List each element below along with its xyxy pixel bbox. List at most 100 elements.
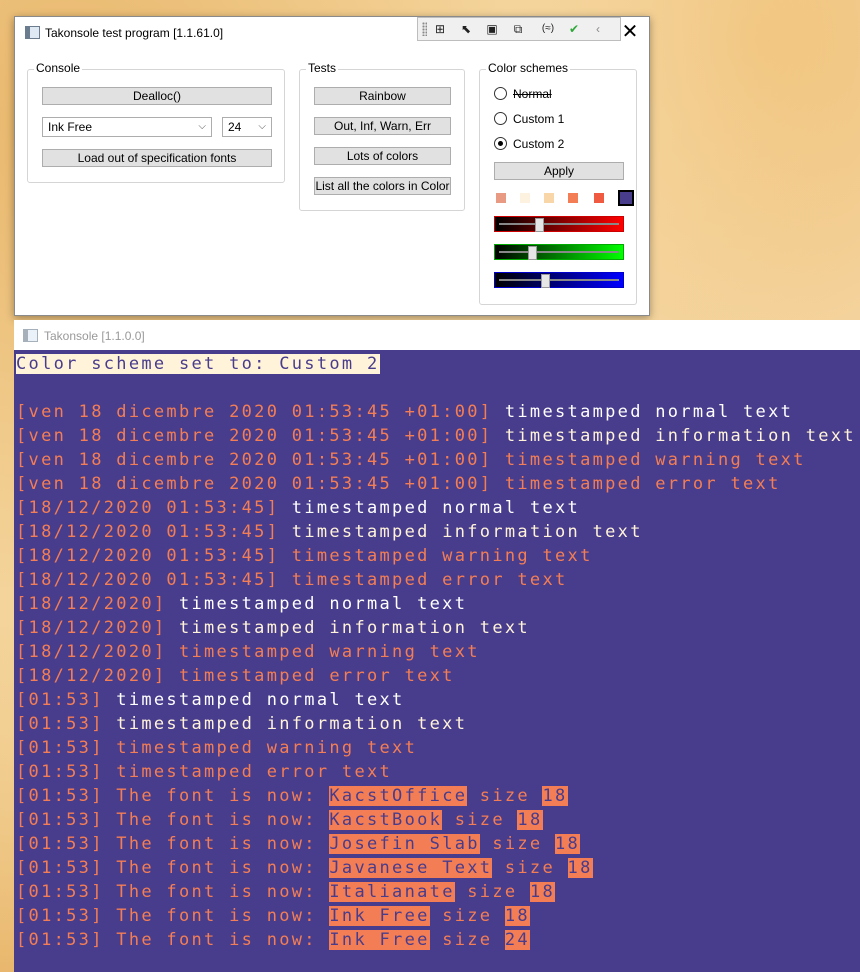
color-schemes-group: Color schemes Normal Custom 1 Custom 2 A… xyxy=(479,61,637,305)
lots-of-colors-button[interactable]: Lots of colors xyxy=(314,147,451,165)
console-text-segment: [01:53] The font is now: xyxy=(16,834,330,854)
console-text-segment: [01:53] The font is now: xyxy=(16,858,330,878)
console-line: [18/12/2020 01:53:45] timestamped normal… xyxy=(16,496,580,520)
console-text-segment: [18/12/2020 01:53:45] timestamped error … xyxy=(16,570,568,590)
console-line: [18/12/2020 01:53:45] timestamped error … xyxy=(16,568,568,592)
console-text-segment: Josefin Slab xyxy=(329,834,480,854)
dealloc-button[interactable]: Dealloc() xyxy=(42,87,272,105)
console-line: [18/12/2020] timestamped normal text xyxy=(16,592,467,616)
size-combobox-value: 24 xyxy=(228,120,242,134)
console-text-segment: [18/12/2020] timestamped warning text xyxy=(16,642,480,662)
console-text-segment: timestamped information text xyxy=(116,714,468,734)
console-window: Takonsole [1.1.0.0] Color scheme set to:… xyxy=(14,320,860,972)
console-line: [01:53] timestamped error text xyxy=(16,760,392,784)
color-swatch[interactable] xyxy=(496,193,506,203)
console-line: [ven 18 dicembre 2020 01:53:45 +01:00] t… xyxy=(16,400,793,424)
color-swatch[interactable] xyxy=(618,190,634,206)
collapse-chevron-icon[interactable]: ‹ xyxy=(590,21,606,37)
red-slider[interactable] xyxy=(494,216,624,232)
blue-slider[interactable] xyxy=(494,272,624,288)
red-slider-thumb[interactable] xyxy=(535,218,544,232)
load-fonts-button[interactable]: Load out of specification fonts xyxy=(42,149,272,167)
radio-circle[interactable] xyxy=(494,112,507,125)
blue-slider-thumb[interactable] xyxy=(541,274,550,288)
console-window-title: Takonsole [1.1.0.0] xyxy=(44,329,145,343)
apply-button[interactable]: Apply xyxy=(494,162,624,180)
console-group: Console Dealloc() Ink Free ⌵ 24 ⌵ Load o… xyxy=(27,61,285,183)
console-line: [01:53] The font is now: Josefin Slab si… xyxy=(16,832,581,856)
toolbar-grip-icon[interactable] xyxy=(422,22,427,36)
live-tree-icon[interactable]: ⊞ xyxy=(432,21,448,37)
color-swatch[interactable] xyxy=(594,193,604,203)
console-text-segment: Javanese Text xyxy=(329,858,493,878)
binding-failures-icon[interactable]: (≈) xyxy=(540,21,556,37)
console-text-segment: Ink Free xyxy=(329,906,430,926)
console-text-segment: 18 xyxy=(567,858,593,878)
color-swatch[interactable] xyxy=(520,193,530,203)
console-text-segment: size xyxy=(492,858,568,878)
console-text-segment: [01:53] The font is now: xyxy=(16,810,330,830)
console-line: [01:53] The font is now: Ink Free size 2… xyxy=(16,928,530,952)
radio-circle-selected[interactable] xyxy=(494,137,507,150)
console-group-legend: Console xyxy=(34,61,83,75)
console-line: [18/12/2020 01:53:45] timestamped warnin… xyxy=(16,544,593,568)
console-line: [01:53] The font is now: Italianate size… xyxy=(16,880,556,904)
green-slider[interactable] xyxy=(494,244,624,260)
list-colors-button[interactable]: List all the colors in Color xyxy=(314,177,451,195)
console-line: [01:53] timestamped warning text xyxy=(16,736,417,760)
console-text-segment: timestamped information text xyxy=(504,426,856,446)
close-button[interactable]: ✕ xyxy=(617,21,643,45)
console-line: [ven 18 dicembre 2020 01:53:45 +01:00] t… xyxy=(16,472,781,496)
console-text-segment: timestamped normal text xyxy=(116,690,405,710)
app-window-icon xyxy=(25,26,40,39)
console-title-bar[interactable]: Takonsole [1.1.0.0] xyxy=(14,320,860,350)
console-text-segment: [01:53] The font is now: xyxy=(16,882,330,902)
console-text-segment: size xyxy=(467,786,543,806)
radio-circle[interactable] xyxy=(494,87,507,100)
color-schemes-legend: Color schemes xyxy=(486,61,571,75)
console-text-segment: Italianate xyxy=(329,882,455,902)
console-line: Color scheme set to: Custom 2 xyxy=(16,352,380,376)
tests-group-legend: Tests xyxy=(306,61,339,75)
console-text-segment: size xyxy=(429,906,505,926)
console-text-segment: [18/12/2020] timestamped error text xyxy=(16,666,455,686)
console-text-segment: [18/12/2020] xyxy=(16,618,179,638)
console-text-segment: 18 xyxy=(542,786,568,806)
console-text-segment: [ven 18 dicembre 2020 01:53:45 +01:00] t… xyxy=(16,450,806,470)
slider-track-line xyxy=(499,251,619,253)
radio-custom-2[interactable]: Custom 2 xyxy=(494,136,564,152)
green-slider-thumb[interactable] xyxy=(528,246,537,260)
console-text-segment: Color scheme set to: Custom 2 xyxy=(16,354,380,374)
console-text-segment: KacstOffice xyxy=(329,786,468,806)
console-text-segment: [18/12/2020 01:53:45] xyxy=(16,522,292,542)
console-text-segment: timestamped normal text xyxy=(178,594,468,614)
title-bar[interactable]: Takonsole test program [1.1.61.0] ⊞ ⬉ ▣ … xyxy=(15,17,649,49)
console-text-segment: 24 xyxy=(504,930,530,950)
radio-custom-1-label: Custom 1 xyxy=(513,112,565,126)
console-text-segment: [01:53] xyxy=(16,714,117,734)
console-text-segment: [01:53] The font is now: xyxy=(16,930,330,950)
console-text-segment: timestamped information text xyxy=(291,522,643,542)
checkmark-icon[interactable]: ✔ xyxy=(566,21,582,37)
console-text-segment: [18/12/2020 01:53:45] xyxy=(16,498,292,518)
console-line: [18/12/2020] timestamped information tex… xyxy=(16,616,530,640)
color-swatch[interactable] xyxy=(544,193,554,203)
size-combobox[interactable]: 24 ⌵ xyxy=(222,117,272,137)
console-text-segment: [ven 18 dicembre 2020 01:53:45 +01:00] xyxy=(16,426,505,446)
rainbow-button[interactable]: Rainbow xyxy=(314,87,451,105)
console-text-segment: 18 xyxy=(555,834,581,854)
track-focus-icon[interactable]: ⧉ xyxy=(510,21,526,37)
console-text-segment: size xyxy=(479,834,556,854)
display-adorners-icon[interactable]: ▣ xyxy=(484,21,500,37)
font-combobox[interactable]: Ink Free ⌵ xyxy=(42,117,212,137)
console-text-segment: timestamped normal text xyxy=(504,402,794,422)
radio-custom-1[interactable]: Custom 1 xyxy=(494,111,564,127)
color-swatch[interactable] xyxy=(568,193,578,203)
radio-normal[interactable]: Normal xyxy=(494,86,552,102)
console-text-segment: timestamped normal text xyxy=(291,498,581,518)
test-program-window: Takonsole test program [1.1.61.0] ⊞ ⬉ ▣ … xyxy=(14,16,650,316)
out-inf-warn-err-button[interactable]: Out, Inf, Warn, Err xyxy=(314,117,451,135)
console-text-segment: size xyxy=(429,930,505,950)
select-element-icon[interactable]: ⬉ xyxy=(458,21,474,37)
console-text-segment: size xyxy=(442,810,518,830)
